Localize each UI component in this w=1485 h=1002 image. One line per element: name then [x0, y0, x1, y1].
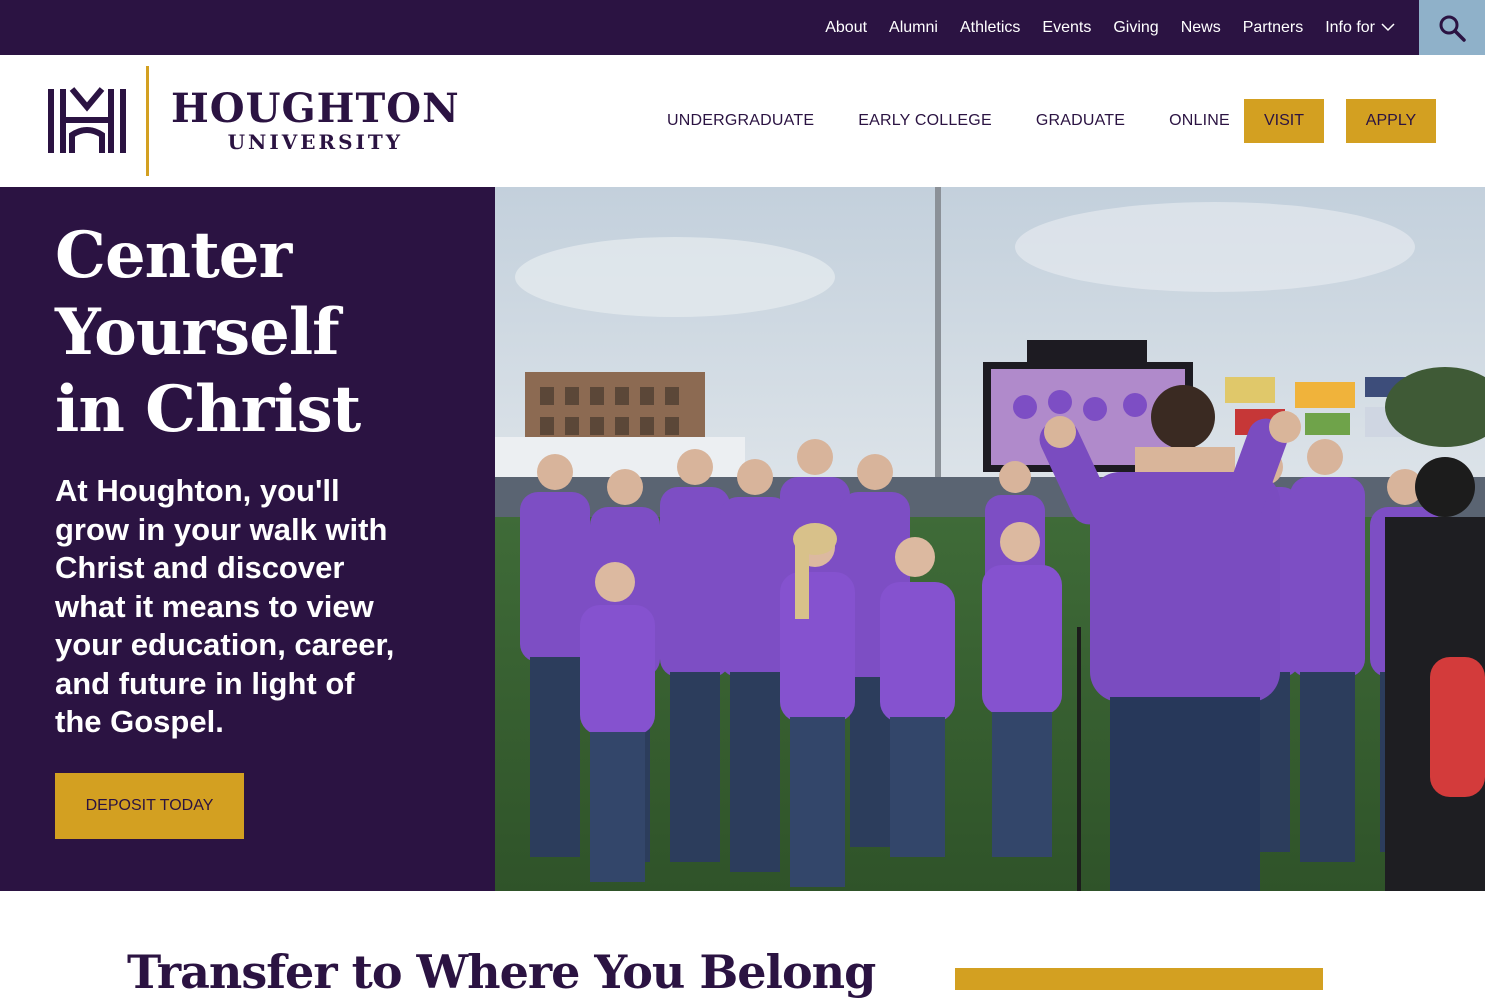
section-cta-button[interactable] [955, 968, 1323, 990]
utility-bar: About Alumni Athletics Events Giving New… [0, 0, 1485, 55]
hero-title: Center Yourself in Christ [55, 218, 361, 447]
nav-early-college[interactable]: EARLY COLLEGE [858, 112, 992, 130]
info-for-dropdown[interactable]: Info for [1325, 19, 1395, 37]
search-icon [1439, 15, 1466, 42]
hero: Center Yourself in Christ At Houghton, y… [0, 187, 1485, 891]
logo-wordmark: Houghton University [171, 85, 460, 155]
houghton-logo[interactable]: Houghton University [48, 66, 460, 176]
utility-link-alumni[interactable]: Alumni [889, 19, 938, 37]
utility-link-giving[interactable]: Giving [1113, 19, 1158, 37]
utility-link-athletics[interactable]: Athletics [960, 19, 1020, 37]
info-for-label: Info for [1325, 18, 1375, 36]
logo-monogram-icon [48, 87, 126, 153]
utility-link-news[interactable]: News [1181, 19, 1221, 37]
hero-text: Center Yourself in Christ At Houghton, y… [55, 217, 475, 742]
nav-graduate[interactable]: GRADUATE [1036, 112, 1125, 130]
visit-button[interactable]: VISIT [1244, 99, 1324, 143]
search-button[interactable] [1419, 0, 1485, 55]
logo-wordmark-bottom: University [227, 130, 404, 154]
main-header: Houghton University UNDERGRADUATE EARLY … [0, 55, 1485, 187]
chevron-down-icon [1381, 23, 1395, 32]
hero-photo-choir [495, 187, 1485, 891]
primary-nav: UNDERGRADUATE EARLY COLLEGE GRADUATE ONL… [667, 55, 1230, 187]
hero-subtitle: At Houghton, you'll grow in your walk wi… [55, 473, 395, 739]
apply-button[interactable]: APPLY [1346, 99, 1436, 143]
utility-link-partners[interactable]: Partners [1243, 19, 1303, 37]
utility-nav: About Alumni Athletics Events Giving New… [825, 0, 1395, 55]
choir-stadium-illustration [495, 187, 1485, 891]
nav-online[interactable]: ONLINE [1169, 112, 1230, 130]
utility-link-about[interactable]: About [825, 19, 867, 37]
logo-wordmark-top: Houghton [171, 85, 460, 132]
nav-undergraduate[interactable]: UNDERGRADUATE [667, 112, 814, 130]
deposit-today-button[interactable]: DEPOSIT TODAY [55, 773, 244, 839]
logo-divider [146, 66, 149, 176]
utility-link-events[interactable]: Events [1042, 19, 1091, 37]
section-title: Transfer to Where You Belong [127, 945, 876, 999]
